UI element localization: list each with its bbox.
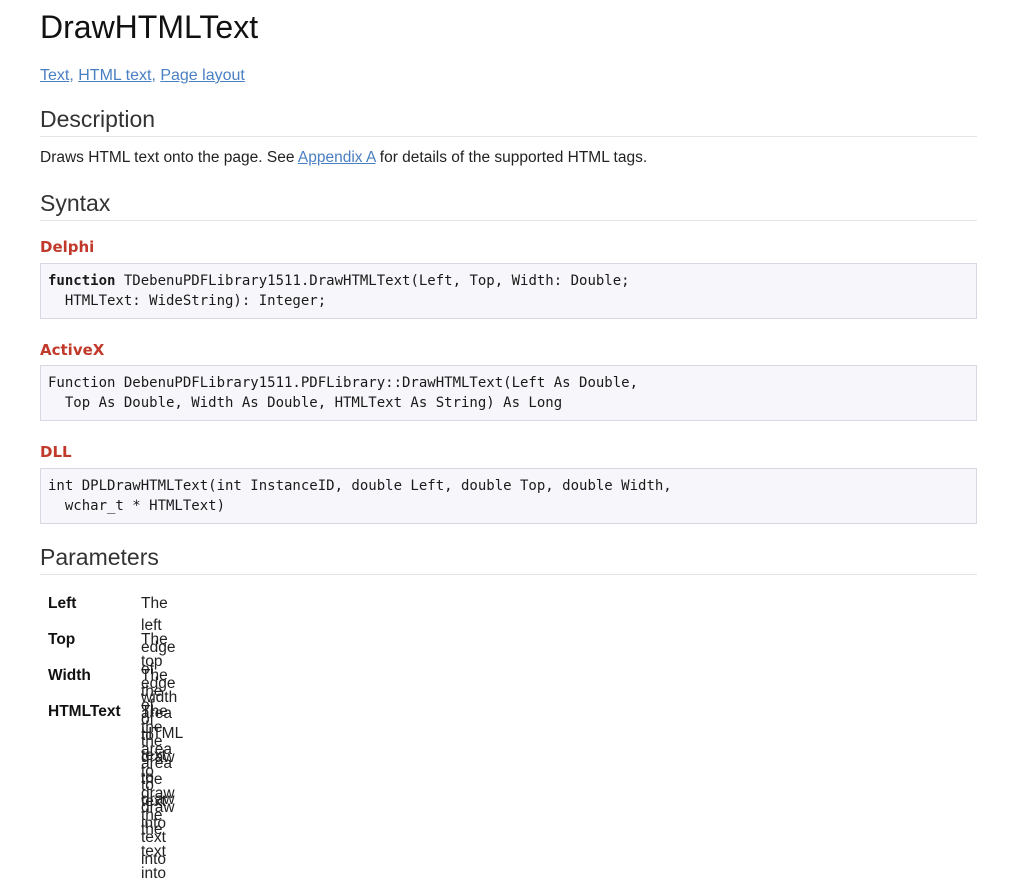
delphi-label: Delphi bbox=[40, 238, 95, 256]
link-separator: , bbox=[151, 67, 161, 84]
dll-code-line1: int DPLDrawHTMLText(int InstanceID, doub… bbox=[48, 478, 672, 494]
activex-label: ActiveX bbox=[40, 341, 105, 359]
delphi-keyword: function bbox=[48, 273, 116, 289]
dll-label: DLL bbox=[40, 443, 72, 461]
activex-code-line1: Function DebenuPDFLibrary1511.PDFLibrary… bbox=[48, 375, 639, 391]
appendix-a-link[interactable]: Appendix A bbox=[298, 149, 376, 166]
parameter-name: HTMLText bbox=[48, 703, 121, 720]
activex-code-line2: Top As Double, Width As Double, HTMLText… bbox=[48, 395, 563, 411]
link-page-layout[interactable]: Page layout bbox=[160, 67, 245, 84]
syntax-heading: Syntax bbox=[40, 189, 977, 221]
dll-code-line2: wchar_t * HTMLText) bbox=[48, 498, 226, 514]
parameter-name: Left bbox=[48, 595, 77, 612]
description-text-after: for details of the supported HTML tags. bbox=[375, 149, 648, 166]
delphi-code-line2: HTMLText: WideString): Integer; bbox=[48, 293, 327, 309]
delphi-code-line1: TDebenuPDFLibrary1511.DrawHTMLText(Left,… bbox=[115, 273, 630, 289]
activex-code-block: Function DebenuPDFLibrary1511.PDFLibrary… bbox=[40, 365, 977, 421]
description-heading: Description bbox=[40, 105, 977, 137]
link-separator: , bbox=[69, 67, 79, 84]
delphi-code-block: function TDebenuPDFLibrary1511.DrawHTMLT… bbox=[40, 263, 977, 319]
parameter-name: Width bbox=[48, 667, 91, 684]
parameter-name: Top bbox=[48, 631, 76, 648]
description-text-before: Draws HTML text onto the page. See bbox=[40, 149, 298, 166]
description-text: Draws HTML text onto the page. See Appen… bbox=[40, 148, 647, 168]
link-html-text[interactable]: HTML text bbox=[78, 67, 151, 84]
parameters-heading: Parameters bbox=[40, 543, 977, 575]
link-text[interactable]: Text bbox=[40, 67, 69, 84]
page-title: DrawHTMLText bbox=[40, 9, 259, 45]
parameter-description: The HTML text to draw bbox=[141, 703, 183, 808]
related-links: Text, HTML text, Page layout bbox=[40, 66, 245, 86]
dll-code-block: int DPLDrawHTMLText(int InstanceID, doub… bbox=[40, 468, 977, 524]
